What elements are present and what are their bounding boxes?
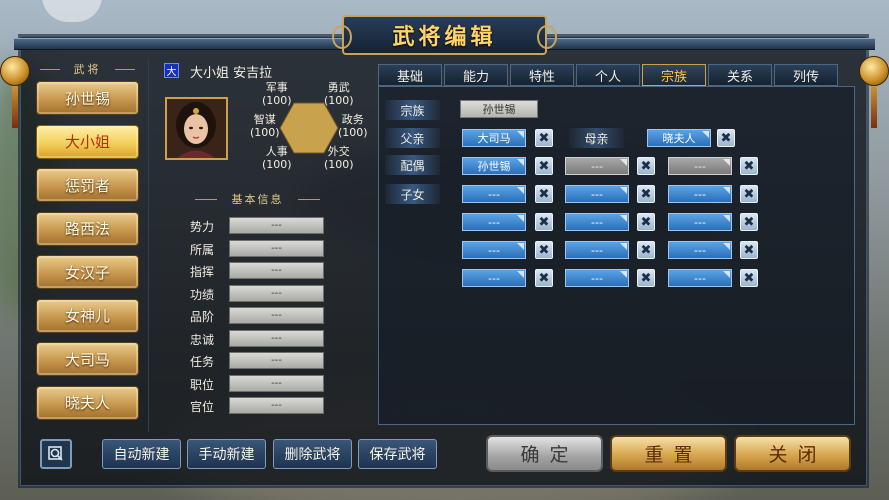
- info-label: 所属: [190, 242, 215, 257]
- tab-item[interactable]: 特性: [510, 64, 574, 86]
- child-remove-button[interactable]: ✖: [740, 241, 758, 259]
- delete-officer-button[interactable]: 删除武将: [273, 439, 352, 469]
- info-value-field: ---: [229, 307, 324, 324]
- officer-list-item[interactable]: 大小姐: [36, 124, 139, 159]
- manual-create-button[interactable]: 手动新建: [187, 439, 266, 469]
- child-slot[interactable]: ---: [462, 185, 526, 203]
- father-slot[interactable]: 大司马: [462, 129, 526, 147]
- info-label: 品阶: [190, 310, 215, 324]
- child-remove-button[interactable]: ✖: [637, 269, 655, 287]
- officer-list-item[interactable]: 女神儿: [36, 298, 139, 333]
- character-portrait: [165, 97, 228, 160]
- portrait-image: [167, 99, 226, 158]
- stat-politics: 政务 (100): [338, 113, 368, 139]
- child-remove-button[interactable]: ✖: [535, 213, 553, 231]
- spouse-remove-button[interactable]: ✖: [637, 157, 655, 175]
- child-remove-button[interactable]: ✖: [740, 269, 758, 287]
- officer-list-item[interactable]: 惩罚者: [36, 168, 139, 202]
- officer-list-header: 武将: [40, 61, 135, 77]
- info-value-field: ---: [229, 397, 324, 414]
- stat-strategy: 智谋 (100): [250, 113, 280, 139]
- right-ornament-icon: [859, 56, 889, 86]
- child-remove-button[interactable]: ✖: [637, 241, 655, 259]
- info-label: 忠诚: [190, 332, 215, 347]
- officer-list-item[interactable]: 晓夫人: [36, 385, 139, 420]
- info-value-field: ---: [229, 262, 324, 279]
- window-title: 武将编辑: [332, 15, 557, 55]
- left-tassel: [12, 86, 18, 128]
- child-slot[interactable]: ---: [462, 213, 526, 231]
- auto-create-button[interactable]: 自动新建: [102, 439, 181, 469]
- father-remove-button[interactable]: ✖: [535, 129, 553, 147]
- child-remove-button[interactable]: ✖: [637, 185, 655, 203]
- tab-item[interactable]: 列传: [774, 64, 838, 86]
- list-divider: [148, 60, 149, 432]
- info-label: 功绩: [190, 287, 215, 302]
- child-remove-button[interactable]: ✖: [740, 213, 758, 231]
- child-remove-button[interactable]: ✖: [637, 213, 655, 231]
- spouse-remove-button[interactable]: ✖: [740, 157, 758, 175]
- officer-list-item[interactable]: 大司马: [36, 342, 139, 376]
- character-name: 大小姐 安吉拉: [190, 66, 273, 81]
- father-label: 父亲: [385, 128, 440, 148]
- stats-hexagon: [279, 102, 339, 154]
- clan-value: 孙世锡: [460, 100, 538, 118]
- info-value-field: ---: [229, 329, 324, 347]
- spouse-slot[interactable]: ---: [668, 157, 732, 175]
- search-button[interactable]: [40, 439, 72, 469]
- save-officer-button[interactable]: 保存武将: [358, 439, 437, 469]
- clan-label: 宗族: [385, 100, 440, 120]
- officer-list-item[interactable]: 路西法: [36, 211, 139, 246]
- officer-list-item[interactable]: 孙世锡: [36, 81, 139, 115]
- child-slot[interactable]: ---: [462, 241, 526, 259]
- child-slot[interactable]: ---: [565, 269, 629, 287]
- top-avatar-icon: [42, 0, 102, 22]
- left-ornament-icon: [0, 56, 30, 86]
- spouse-remove-button[interactable]: ✖: [535, 157, 553, 175]
- child-slot[interactable]: ---: [565, 213, 629, 231]
- search-icon: [48, 446, 63, 461]
- info-label: 职位: [190, 377, 215, 392]
- child-slot[interactable]: ---: [668, 269, 732, 287]
- tab-item[interactable]: 宗族: [642, 64, 706, 86]
- child-slot[interactable]: ---: [565, 241, 629, 259]
- confirm-button[interactable]: 确定: [486, 435, 603, 472]
- faction-badge: 大: [164, 63, 179, 78]
- child-remove-button[interactable]: ✖: [535, 241, 553, 259]
- reset-button[interactable]: 重置: [610, 435, 727, 472]
- tab-item[interactable]: 个人: [576, 64, 640, 86]
- spouse-slot[interactable]: ---: [565, 157, 629, 175]
- officer-list-item[interactable]: 女汉子: [36, 255, 139, 289]
- tab-item[interactable]: 关系: [708, 64, 772, 86]
- info-label: 势力: [190, 220, 215, 234]
- child-slot[interactable]: ---: [565, 185, 629, 203]
- child-remove-button[interactable]: ✖: [535, 185, 553, 203]
- child-remove-button[interactable]: ✖: [535, 269, 553, 287]
- child-slot[interactable]: ---: [668, 213, 732, 231]
- info-label: 官位: [190, 400, 215, 414]
- info-value-field: ---: [229, 284, 324, 302]
- mother-remove-button[interactable]: ✖: [717, 129, 735, 147]
- spouse-label: 配偶: [385, 155, 440, 175]
- info-value-field: ---: [229, 374, 324, 392]
- tab-item[interactable]: 能力: [444, 64, 508, 86]
- info-label: 任务: [190, 355, 215, 369]
- mother-label: 母亲: [569, 128, 624, 148]
- child-remove-button[interactable]: ✖: [740, 185, 758, 203]
- info-label: 指挥: [190, 265, 215, 279]
- basic-info-header: 基本信息: [195, 191, 320, 207]
- children-label: 子女: [385, 184, 440, 204]
- child-slot[interactable]: ---: [462, 269, 526, 287]
- tab-item[interactable]: 基础: [378, 64, 442, 86]
- child-slot[interactable]: ---: [668, 185, 732, 203]
- info-value-field: ---: [229, 239, 324, 257]
- mother-slot[interactable]: 晓夫人: [647, 129, 711, 147]
- spouse-slot[interactable]: 孙世锡: [462, 157, 526, 175]
- info-value-field: ---: [229, 217, 324, 234]
- info-value-field: ---: [229, 352, 324, 369]
- child-slot[interactable]: ---: [668, 241, 732, 259]
- close-button[interactable]: 关闭: [734, 435, 851, 472]
- right-tassel: [871, 86, 877, 128]
